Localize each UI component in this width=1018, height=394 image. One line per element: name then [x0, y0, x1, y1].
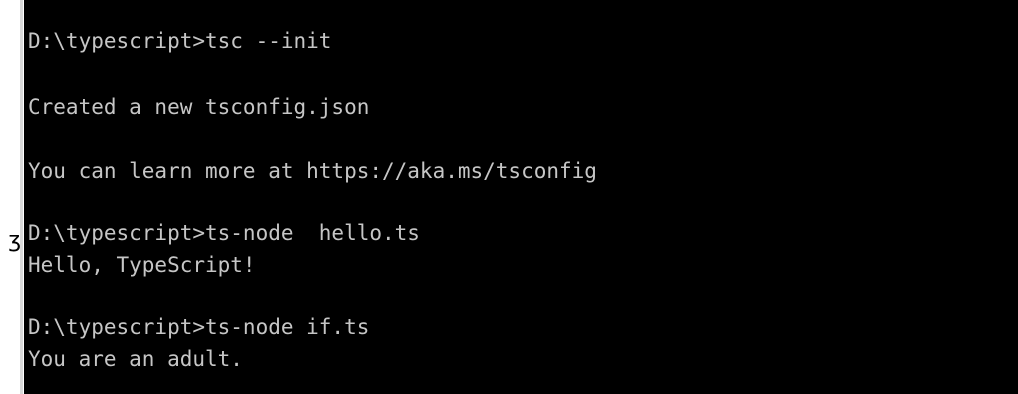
terminal-line-4: D:\typescript>ts-node hello.ts: [28, 221, 420, 245]
left-gutter: ʒ: [0, 0, 24, 394]
terminal-line-7: You are an adult.: [28, 347, 243, 371]
window-edge: [20, 0, 23, 394]
terminal-window[interactable]: D:\typescript>tsc --init Created a new t…: [24, 0, 1018, 394]
terminal-line-1: D:\typescript>tsc --init: [28, 29, 332, 53]
left-edge-glyph: ʒ: [8, 228, 22, 253]
screenshot: ʒ D:\typescript>tsc --init Created a new…: [0, 0, 1018, 394]
terminal-line-5: Hello, TypeScript!: [28, 253, 256, 277]
terminal-line-3: You can learn more at https://aka.ms/tsc…: [28, 159, 597, 183]
terminal-line-6: D:\typescript>ts-node if.ts: [28, 315, 370, 339]
terminal-line-2: Created a new tsconfig.json: [28, 95, 370, 119]
